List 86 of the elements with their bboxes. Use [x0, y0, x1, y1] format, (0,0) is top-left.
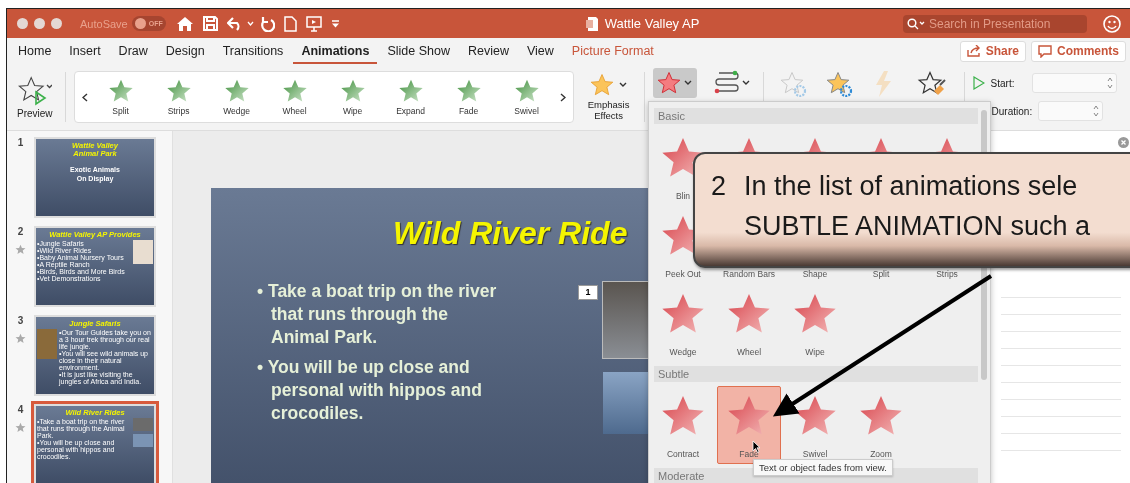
- share-button[interactable]: Share: [959, 40, 1026, 62]
- close-icon[interactable]: [1118, 137, 1129, 148]
- star-icon: [165, 78, 192, 104]
- slide-number: 1: [17, 137, 24, 148]
- minimize-window-button[interactable]: [34, 18, 45, 29]
- document-icon: [584, 15, 599, 32]
- home-icon[interactable]: [175, 15, 194, 32]
- star-icon: [656, 71, 693, 95]
- star-icon: [397, 78, 424, 104]
- animation-order-tag: 1: [578, 285, 598, 300]
- ribbon-tab[interactable]: Insert: [61, 38, 109, 64]
- ribbon-tab[interactable]: Transitions: [214, 38, 292, 64]
- slide-title: Wild River Ride: [393, 215, 628, 252]
- star-play-icon: [17, 75, 52, 108]
- clipart-placeholder: [133, 239, 153, 264]
- add-animation-button[interactable]: [652, 68, 697, 98]
- start-field[interactable]: [1032, 73, 1118, 93]
- photo-placeholder: [133, 433, 153, 447]
- caret-icon[interactable]: [246, 21, 254, 26]
- ribbon-tab[interactable]: Picture Format: [563, 38, 662, 64]
- animation-effect[interactable]: Strips: [153, 78, 204, 116]
- ribbon-tab[interactable]: Review: [460, 38, 517, 64]
- tooltip: Text or object fades from view.: [753, 459, 893, 476]
- slide-number: 3: [17, 315, 24, 326]
- play-icon: [972, 76, 985, 90]
- animation-option[interactable]: Fade: [717, 386, 781, 464]
- duration-field[interactable]: [1038, 101, 1104, 121]
- star-icon: [589, 73, 628, 98]
- start-label: Start:: [990, 77, 1015, 89]
- comments-button[interactable]: Comments: [1031, 40, 1126, 62]
- zoom-window-button[interactable]: [51, 18, 62, 29]
- bullet-text: • Take a boat trip on the river that runs through the Animal Park.: [257, 280, 498, 349]
- animation-option[interactable]: Wedge: [651, 284, 715, 362]
- section-header: Basic: [654, 108, 978, 124]
- presentation-icon[interactable]: [305, 15, 322, 32]
- slide-number: 4: [17, 404, 24, 415]
- animation-option[interactable]: Wheel: [717, 284, 781, 362]
- photo-placeholder: [37, 328, 57, 359]
- stepper-icon[interactable]: [1107, 76, 1114, 90]
- motion-path-icon[interactable]: [712, 70, 751, 96]
- new-document-icon[interactable]: [283, 15, 297, 32]
- scroll-left-icon[interactable]: [81, 92, 88, 102]
- star-icon: [107, 78, 134, 104]
- star-icon: [513, 78, 540, 104]
- ribbon-tab[interactable]: Slide Show: [379, 38, 458, 64]
- slide-thumbnail[interactable]: [34, 315, 156, 396]
- slide-number: 2: [17, 226, 24, 237]
- ribbon-tab[interactable]: View: [519, 38, 562, 64]
- save-icon[interactable]: [202, 16, 218, 31]
- comment-icon: [1038, 44, 1052, 58]
- animation-effect[interactable]: Expand: [385, 78, 436, 116]
- search-field[interactable]: Search in Presentation: [903, 14, 1087, 33]
- ribbon-tab[interactable]: Design: [157, 38, 213, 64]
- animation-effect[interactable]: Fade: [443, 78, 494, 116]
- animation-effect[interactable]: Split: [95, 78, 146, 116]
- window-title: Wattle Valley AP: [604, 16, 700, 31]
- ribbon-tab[interactable]: Home: [10, 38, 60, 64]
- stepper-icon[interactable]: [1093, 104, 1100, 118]
- close-window-button[interactable]: [17, 18, 28, 29]
- star-icon: [455, 78, 482, 104]
- step-number: 2: [711, 170, 727, 203]
- animation-effect[interactable]: Wedge: [211, 78, 262, 116]
- animation-option[interactable]: Contract: [651, 386, 715, 464]
- duration-label: Duration:: [991, 105, 1033, 117]
- redo-icon[interactable]: [259, 15, 275, 32]
- smiley-icon[interactable]: [1103, 14, 1121, 33]
- animation-effect[interactable]: Wipe: [327, 78, 378, 116]
- bullet-text: • You will be up close and personal with hippos and crocodiles.: [257, 356, 483, 425]
- star-icon: [281, 78, 308, 104]
- star-icon: [223, 78, 250, 104]
- ribbon-tab[interactable]: Animations: [293, 38, 378, 64]
- scroll-right-icon[interactable]: [559, 92, 566, 102]
- animation-effect[interactable]: Swivel: [501, 78, 552, 116]
- photo-placeholder: [133, 417, 153, 431]
- emphasis-effects-button[interactable]: Emphasis Effects: [581, 72, 636, 122]
- animation-effect[interactable]: Wheel: [269, 78, 320, 116]
- star-icon: [339, 78, 366, 104]
- customize-toolbar-icon[interactable]: [330, 19, 340, 28]
- instruction-text: In the list of animations sele SUBTLE ANIMATION such a: [744, 170, 1091, 243]
- section-header: Subtle: [654, 366, 978, 382]
- search-icon: [907, 17, 927, 30]
- ribbon-tab[interactable]: Draw: [110, 38, 156, 64]
- autosave-label: AutoSave: [80, 17, 128, 30]
- share-icon: [966, 45, 981, 57]
- animation-option[interactable]: Wipe: [783, 284, 847, 362]
- preview-button[interactable]: Preview: [13, 75, 57, 119]
